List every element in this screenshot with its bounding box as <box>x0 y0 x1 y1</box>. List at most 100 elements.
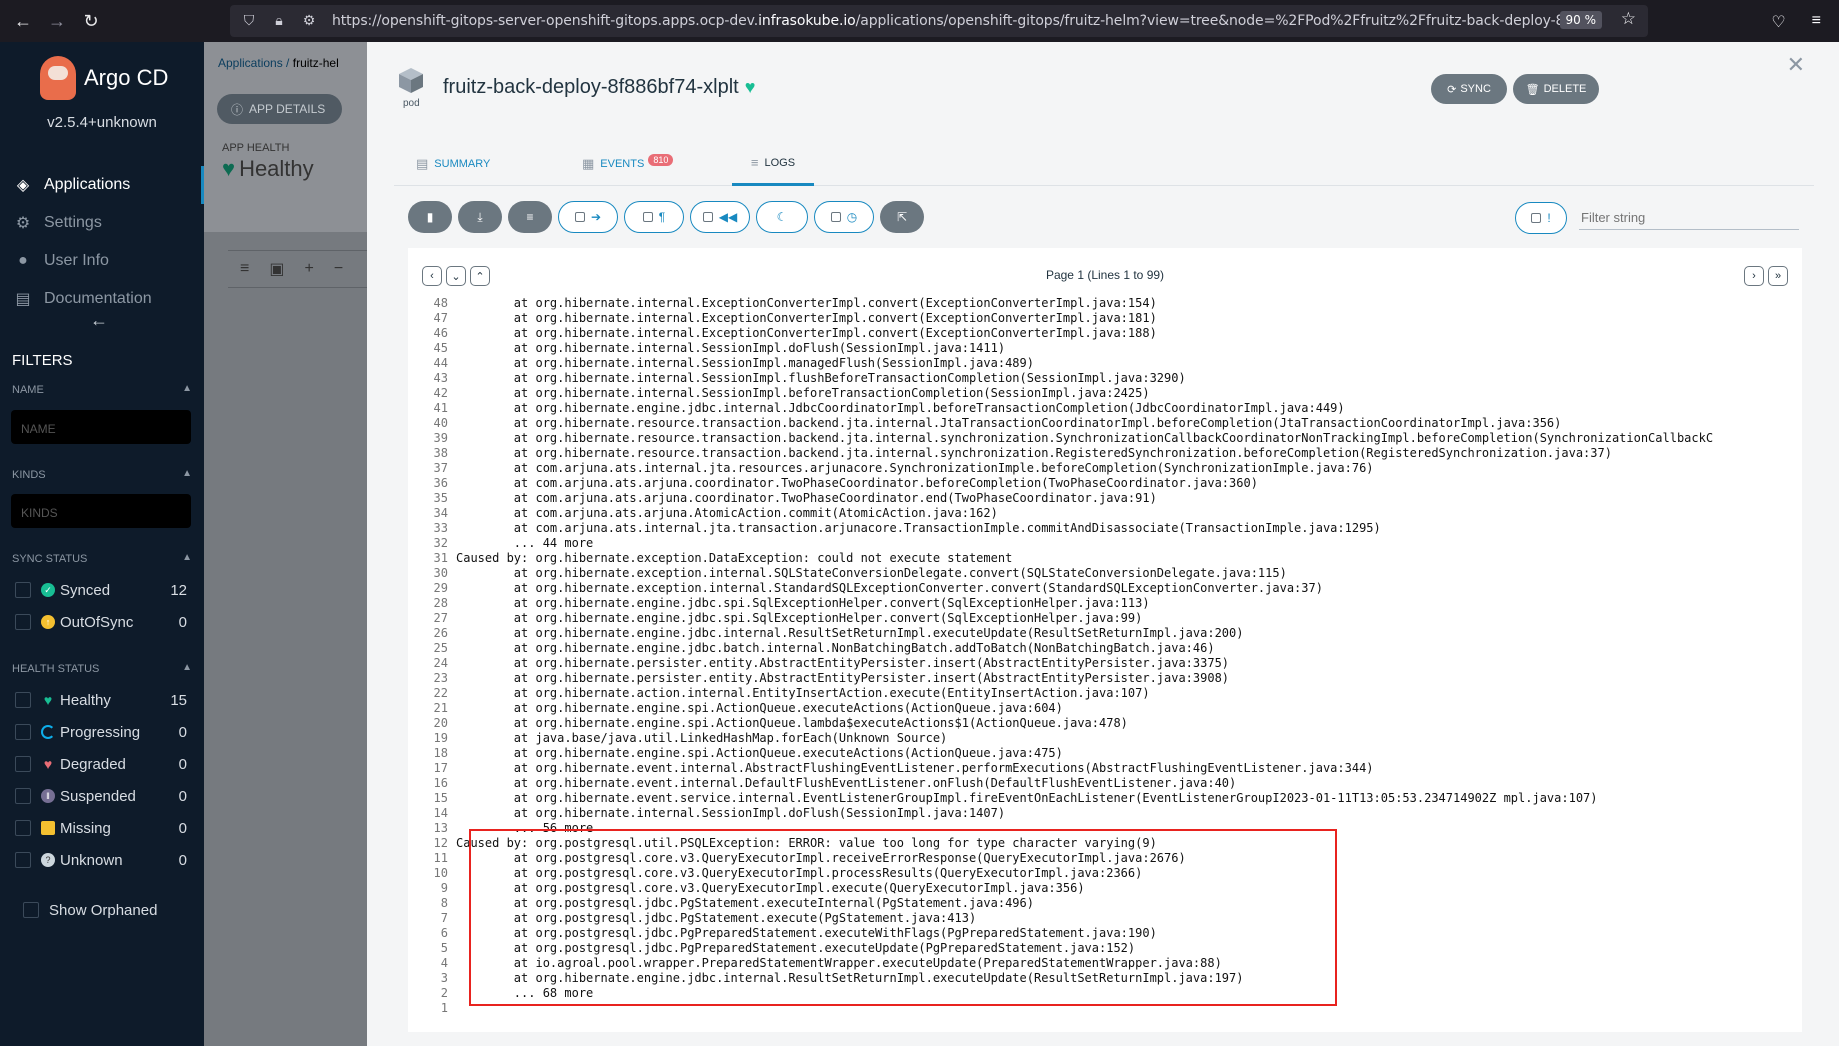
checkbox[interactable] <box>15 788 31 804</box>
filter-healthy[interactable]: ♥ Healthy 15 <box>15 689 187 711</box>
app-health-value: ♥ Healthy <box>222 156 314 182</box>
health-status-label[interactable]: HEALTH STATUS ▲ <box>12 662 192 675</box>
previous-logs-toggle[interactable]: ◀◀ <box>690 201 750 233</box>
bookmark-star-icon[interactable]: ☆ <box>1621 9 1636 29</box>
url-text[interactable]: https://openshift-gitops-server-openshif… <box>332 13 1578 29</box>
resource-title-text: fruitz-back-deploy-8f886bf74-xlplt <box>443 76 739 98</box>
collapse-caret-icon[interactable]: ▲ <box>182 552 192 563</box>
filters-title: FILTERS <box>12 352 73 369</box>
sidebar-item-label: Applications <box>44 176 131 193</box>
checkbox[interactable] <box>15 852 31 868</box>
filter-degraded[interactable]: ♥ Degraded 0 <box>15 753 187 775</box>
filter-string-input[interactable] <box>1579 206 1799 230</box>
name-filter-input[interactable]: NAME <box>11 410 191 444</box>
clock-icon: ◷ <box>846 210 858 224</box>
app-header: Applications / fruitz-hel ⓘ APP DETAILS A… <box>204 42 367 232</box>
align-icon[interactable]: ≡ <box>240 260 249 278</box>
filter-suspended[interactable]: ‖ Suspended 0 <box>15 785 187 807</box>
log-line: 21 at org.hibernate.engine.spi.ActionQue… <box>408 701 1802 716</box>
app-details-button[interactable]: ⓘ APP DETAILS <box>217 94 342 124</box>
filter-show-orphaned[interactable]: Show Orphaned <box>23 899 195 921</box>
sync-button[interactable]: ⟳ SYNC <box>1431 74 1507 104</box>
checkbox[interactable] <box>15 582 31 598</box>
filter-label: Unknown <box>60 851 123 869</box>
timestamps-toggle[interactable]: ◷ <box>814 201 874 233</box>
logs-toolbar: ▮ ⤓ ≡ ➔ ¶ ◀◀ ☾ ◷ ⇱ <box>408 201 924 233</box>
log-line-text: ... 44 more <box>456 536 594 550</box>
checkbox[interactable] <box>15 692 31 708</box>
chevron-right-icon[interactable]: › <box>1744 266 1764 286</box>
zoom-out-icon[interactable]: − <box>334 260 343 278</box>
check-circle-icon: ✓ <box>41 583 55 597</box>
checkbox[interactable] <box>642 212 653 222</box>
checkbox[interactable] <box>830 212 841 222</box>
log-line-number: 7 <box>440 911 448 925</box>
sidebar-item-user-info[interactable]: ● User Info <box>0 242 204 280</box>
filter-mode-toggle[interactable]: ! <box>1515 202 1567 234</box>
collapse-caret-icon[interactable]: ▲ <box>182 383 192 394</box>
filter-outofsync[interactable]: ↑ OutOfSync 0 <box>15 611 187 633</box>
paragraph-toggle[interactable]: ¶ <box>624 201 684 233</box>
checkbox[interactable] <box>15 820 31 836</box>
follow-toggle[interactable]: ➔ <box>558 201 618 233</box>
collapse-sidebar-icon[interactable]: ← <box>90 310 108 331</box>
shield-icon[interactable]: ⛉ <box>238 13 260 29</box>
checkbox[interactable] <box>574 212 585 222</box>
filter-synced[interactable]: ✓ Synced 12 <box>15 579 187 601</box>
open-external-button[interactable]: ⇱ <box>880 201 924 233</box>
log-line-number: 32 <box>433 536 448 550</box>
filter-progressing[interactable]: Progressing 0 <box>15 721 187 743</box>
filter-unknown[interactable]: ? Unknown 0 <box>15 849 187 871</box>
forward-icon[interactable]: → <box>46 10 68 32</box>
log-line-number: 46 <box>433 326 448 340</box>
tab-logs[interactable]: ≡ LOGS <box>732 142 814 186</box>
checkbox[interactable] <box>15 756 31 772</box>
sidebar-item-applications[interactable]: ◈ Applications <box>0 166 204 204</box>
sidebar-item-settings[interactable]: ⚙ Settings <box>0 204 204 242</box>
url-bar[interactable]: ⛉ 🔒︎ ⚙︎ https://openshift-gitops-server-… <box>230 5 1648 37</box>
filter-count: 0 <box>178 851 187 869</box>
permissions-icon[interactable]: ⚙︎ <box>298 13 320 29</box>
wrap-lines-button[interactable]: ≡ <box>508 201 552 233</box>
kinds-filter-label[interactable]: KINDS ▲ <box>12 468 192 481</box>
dark-mode-toggle[interactable]: ☾ <box>756 201 808 233</box>
filter-missing[interactable]: Missing 0 <box>15 817 187 839</box>
log-line-text: at org.hibernate.persister.entity.Abstra… <box>456 656 1230 670</box>
lock-icon[interactable]: 🔒︎ <box>268 13 290 29</box>
back-icon[interactable]: ← <box>12 10 34 32</box>
collapse-caret-icon[interactable]: ▲ <box>182 662 192 673</box>
checkbox[interactable] <box>1531 213 1542 223</box>
double-chevron-right-icon[interactable]: » <box>1768 266 1788 286</box>
kinds-filter-input[interactable]: KINDS <box>11 494 191 528</box>
checkbox[interactable] <box>702 212 713 222</box>
collapse-caret-icon[interactable]: ▲ <box>182 468 192 479</box>
zoom-in-icon[interactable]: + <box>304 260 313 278</box>
log-line-text: at com.arjuna.ats.arjuna.coordinator.Two… <box>456 491 1157 505</box>
image-icon[interactable]: ▣ <box>269 259 284 279</box>
app-name: Argo CD <box>84 65 169 90</box>
zoom-level[interactable]: 90 % <box>1559 11 1602 29</box>
app-health-text: Healthy <box>239 156 314 181</box>
close-icon[interactable]: ✕ <box>1787 52 1805 78</box>
download-logs-button[interactable]: ⤓ <box>458 201 502 233</box>
name-filter-label[interactable]: NAME ▲ <box>12 383 192 396</box>
argo-logo[interactable]: Argo CD <box>40 56 168 100</box>
breadcrumb-link[interactable]: Applications <box>218 56 283 70</box>
menu-icon[interactable]: ≡ <box>1812 12 1821 32</box>
log-line-number: 30 <box>433 566 448 580</box>
tab-events[interactable]: ▦ EVENTS 810 <box>574 142 681 186</box>
checkbox[interactable] <box>15 724 31 740</box>
reload-icon[interactable]: ↻ <box>80 10 102 32</box>
log-line-number: 9 <box>440 881 448 895</box>
delete-button[interactable]: 🗑︎ DELETE <box>1513 74 1599 104</box>
checkbox[interactable] <box>15 614 31 630</box>
log-line-number: 29 <box>433 581 448 595</box>
log-line-number: 11 <box>433 851 448 865</box>
copy-logs-button[interactable]: ▮ <box>408 201 452 233</box>
log-line: 43 at org.hibernate.internal.SessionImpl… <box>408 371 1802 386</box>
checkbox[interactable] <box>23 902 39 918</box>
broken-heart-icon: ♥ <box>43 756 53 772</box>
tab-summary[interactable]: ▤ SUMMARY <box>408 142 498 186</box>
sync-status-label[interactable]: SYNC STATUS ▲ <box>12 552 192 565</box>
pocket-icon[interactable]: ♡ <box>1771 12 1785 32</box>
